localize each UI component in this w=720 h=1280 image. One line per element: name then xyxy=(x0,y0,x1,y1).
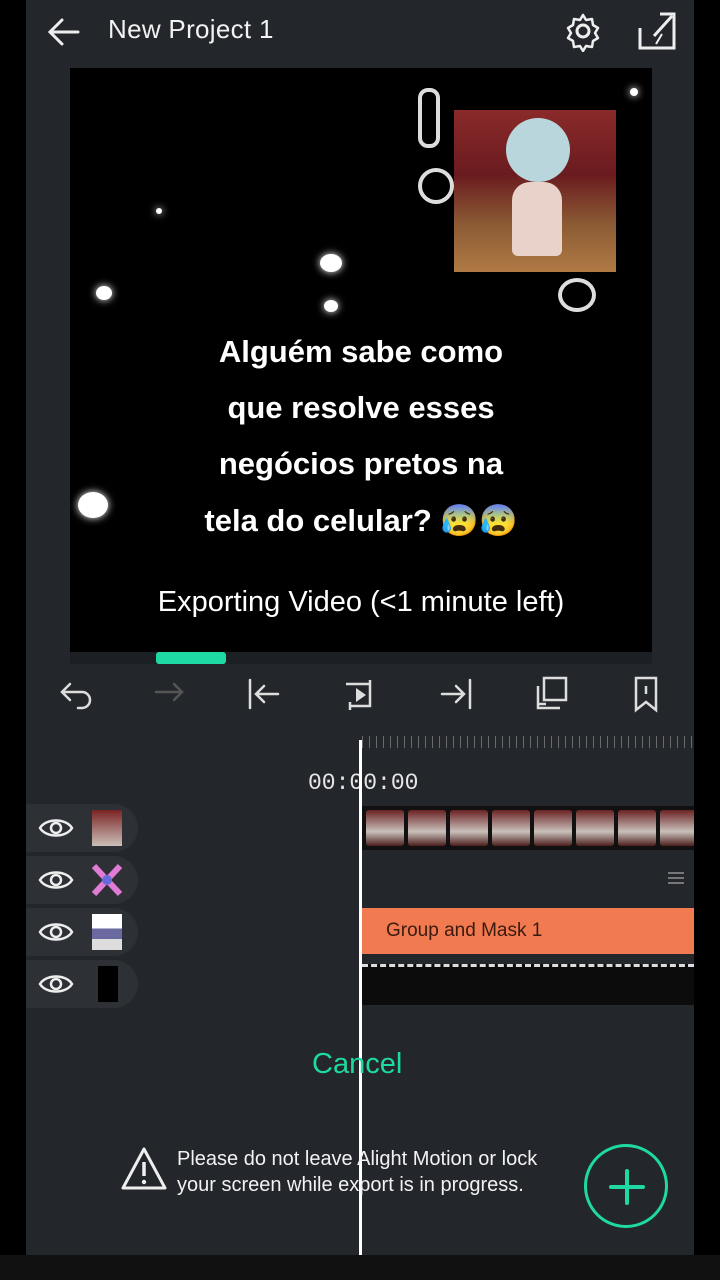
add-layer-button[interactable] xyxy=(584,1144,668,1228)
layer-row-4[interactable] xyxy=(26,960,138,1008)
sparkle-ring xyxy=(418,168,454,204)
eye-icon[interactable] xyxy=(38,970,74,998)
clip-frame xyxy=(408,810,446,846)
timecode: 00:00:00 xyxy=(308,770,419,796)
eye-icon[interactable] xyxy=(38,814,74,842)
export-progress-bar xyxy=(70,652,652,664)
layer-thumbnail xyxy=(98,966,118,1002)
group-mask-clip[interactable]: Group and Mask 1 xyxy=(362,908,694,954)
system-nav-bar xyxy=(0,1255,720,1280)
layer-thumbnail xyxy=(92,914,122,950)
clip-frame xyxy=(492,810,530,846)
clip-label: Group and Mask 1 xyxy=(386,920,543,941)
project-title: New Project 1 xyxy=(108,14,274,44)
character-body xyxy=(512,182,562,256)
undo-icon[interactable] xyxy=(56,674,96,714)
back-arrow-icon[interactable] xyxy=(44,12,84,52)
layer-thumbnail xyxy=(91,862,123,898)
layer-row-3[interactable] xyxy=(26,908,138,956)
timeline-ruler[interactable] xyxy=(362,736,694,748)
layer-row-2[interactable] xyxy=(26,856,138,904)
bookmark-icon[interactable] xyxy=(626,674,666,714)
layer-clip-track[interactable] xyxy=(362,964,694,1005)
warning-line: Please do not leave Alight Motion or loc… xyxy=(177,1148,538,1170)
layer-row-1[interactable] xyxy=(26,804,138,852)
clip-frame xyxy=(660,810,694,846)
caption-line: Alguém sabe como xyxy=(218,334,504,369)
sparkle xyxy=(156,208,162,214)
eye-icon[interactable] xyxy=(38,866,74,894)
sparkle-ring xyxy=(418,88,440,148)
video-clip-track[interactable] xyxy=(362,806,694,850)
drag-handle-icon[interactable] xyxy=(668,872,684,884)
gear-icon[interactable] xyxy=(562,10,604,53)
caption-line: tela do celular? 😰😰 xyxy=(204,503,518,538)
overlay-image xyxy=(454,110,616,272)
clip-frame xyxy=(366,810,404,846)
caption-line: negócios pretos na xyxy=(218,446,504,481)
duplicate-icon[interactable] xyxy=(532,674,572,714)
clip-frame xyxy=(576,810,614,846)
caption-line: que resolve esses xyxy=(227,390,495,425)
eye-icon[interactable] xyxy=(38,918,74,946)
layer-thumbnail xyxy=(92,810,122,846)
clip-frame xyxy=(618,810,656,846)
clip-frame xyxy=(534,810,572,846)
export-progress-fill xyxy=(156,652,226,664)
plus-icon xyxy=(609,1169,645,1205)
export-warning: Please do not leave Alight Motion or loc… xyxy=(177,1146,597,1198)
redo-icon[interactable] xyxy=(150,674,190,714)
export-icon[interactable] xyxy=(636,10,678,52)
sparkle-ring xyxy=(558,278,596,312)
sparkle xyxy=(96,286,112,300)
export-status: Exporting Video (<1 minute left) xyxy=(157,586,565,618)
sparkle xyxy=(630,88,638,96)
clip-frame xyxy=(450,810,488,846)
sparkle xyxy=(320,254,342,272)
jump-to-start-icon[interactable] xyxy=(244,674,284,714)
cancel-button[interactable]: Cancel xyxy=(312,1048,402,1081)
warning-line: your screen while export is in progress. xyxy=(177,1174,524,1196)
warning-icon xyxy=(120,1146,168,1192)
sparkle xyxy=(324,300,338,312)
video-preview[interactable]: Alguém sabe como que resolve esses negóc… xyxy=(70,68,652,652)
jump-to-end-icon[interactable] xyxy=(436,674,476,714)
play-loop-icon[interactable] xyxy=(340,674,380,714)
character-head xyxy=(506,118,570,182)
